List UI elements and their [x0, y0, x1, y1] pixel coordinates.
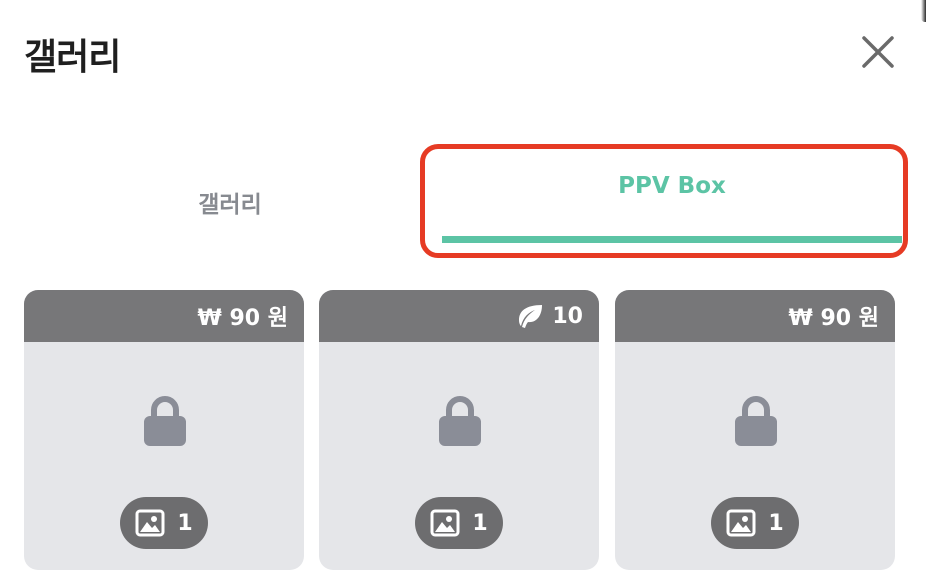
lock-icon	[439, 396, 481, 446]
ppv-card[interactable]: ₩ 90 원 1	[24, 290, 304, 570]
close-button[interactable]	[856, 30, 900, 74]
image-icon	[726, 509, 756, 537]
media-count: 1	[472, 510, 488, 536]
media-count: 1	[177, 510, 193, 536]
page-title: 갤러리	[24, 37, 121, 78]
lock-icon	[735, 396, 777, 446]
card-price-bar: 10	[319, 290, 599, 342]
leaf-icon	[519, 305, 543, 328]
media-count: 1	[768, 510, 784, 536]
scrollbar-edge[interactable]	[921, 0, 926, 22]
card-price-label: ₩ 90 원	[197, 306, 288, 331]
card-price-bar: ₩ 90 원	[615, 290, 895, 342]
lock-icon	[144, 396, 186, 446]
media-count-badge: 1	[120, 497, 208, 549]
close-icon	[862, 36, 894, 68]
media-count-badge: 1	[415, 497, 503, 549]
ppv-card[interactable]: ₩ 90 원 1	[615, 290, 895, 570]
card-price-bar: ₩ 90 원	[24, 290, 304, 342]
card-price-label: ₩ 90 원	[788, 306, 879, 331]
image-icon	[135, 509, 165, 537]
media-count-badge: 1	[711, 497, 799, 549]
tab-ppv-box-label: PPV Box	[618, 173, 726, 199]
card-price-label: 10	[552, 303, 583, 329]
tab-gallery[interactable]: 갤러리	[24, 150, 436, 254]
ppv-card[interactable]: 10 1	[319, 290, 599, 570]
active-tab-indicator	[442, 236, 902, 243]
tab-gallery-label: 갤러리	[198, 192, 262, 218]
image-icon	[430, 509, 460, 537]
